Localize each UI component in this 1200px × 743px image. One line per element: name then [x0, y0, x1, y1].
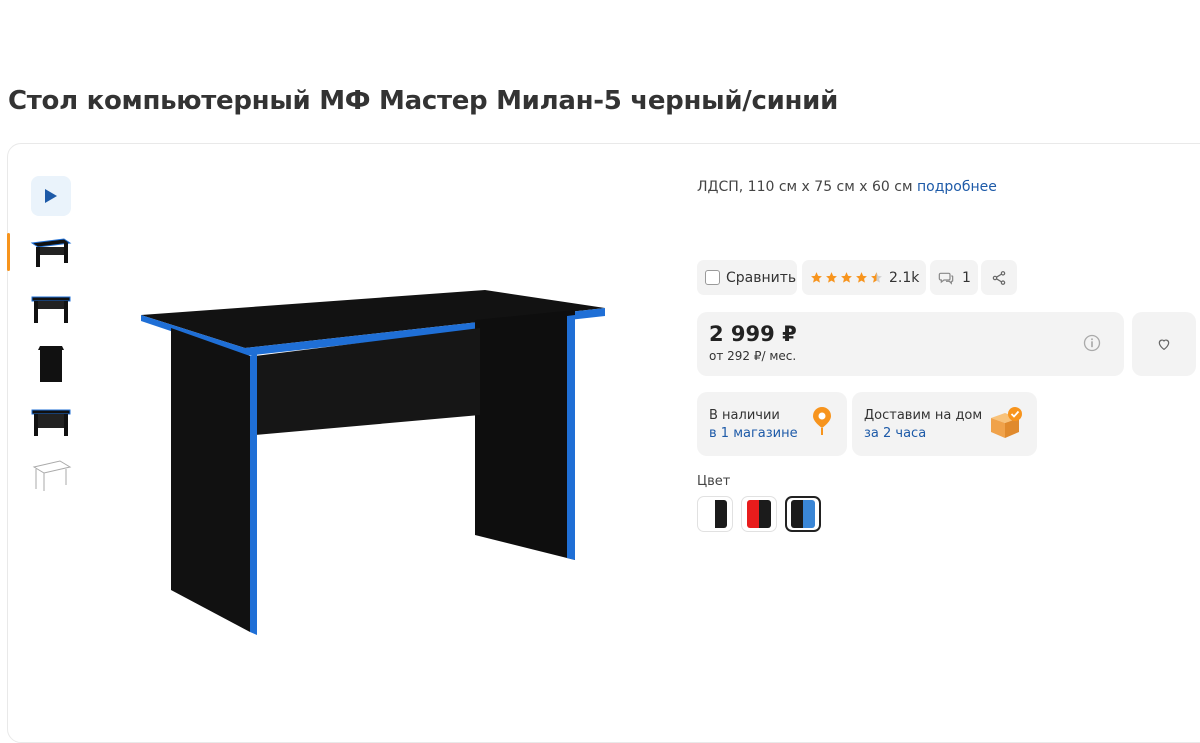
- compare-label: Сравнить: [726, 269, 797, 286]
- spec-more-link[interactable]: подробнее: [917, 179, 997, 195]
- compare-checkbox[interactable]: [705, 270, 720, 285]
- compare-button[interactable]: Сравнить: [697, 260, 797, 295]
- rating-button[interactable]: 2.1k: [802, 260, 926, 295]
- thumbnail-desk-end[interactable]: [28, 344, 74, 384]
- page-title: Стол компьютерный МФ Мастер Милан-5 черн…: [8, 86, 839, 116]
- reviews-count: 1: [962, 269, 971, 286]
- spec-text: ЛДСП, 110 см х 75 см х 60 см: [697, 179, 913, 195]
- stock-label: В наличии: [709, 408, 780, 423]
- product-main-image[interactable]: [135, 270, 615, 640]
- thumbnail-desk-side[interactable]: [28, 288, 74, 328]
- rating-stars: [810, 271, 883, 284]
- color-swatch-red-black[interactable]: [741, 496, 777, 532]
- thumbnail-desk-top[interactable]: [28, 401, 74, 441]
- stock-panel[interactable]: В наличии в 1 магазине: [697, 392, 847, 456]
- thumbnail-desk-drawing[interactable]: [28, 455, 74, 495]
- star-icon: [811, 272, 822, 283]
- delivery-panel[interactable]: Доставим на дом за 2 часа: [852, 392, 1037, 456]
- rating-count: 2.1k: [889, 269, 920, 286]
- share-icon: [992, 270, 1006, 285]
- price-panel: 2 999 ₽ от 292 ₽/ мес.: [697, 312, 1124, 376]
- star-icon: [841, 272, 852, 283]
- play-icon: [45, 189, 57, 203]
- star-icon: [856, 272, 867, 283]
- half-star-icon: [871, 272, 882, 283]
- thumbnail-desk-front[interactable]: [28, 232, 74, 272]
- share-button[interactable]: [981, 260, 1017, 295]
- stock-link[interactable]: в 1 магазине: [709, 426, 798, 441]
- installment-text: от 292 ₽/ мес.: [709, 349, 797, 363]
- video-play-button[interactable]: [31, 176, 71, 216]
- color-label: Цвет: [697, 474, 731, 489]
- price-amount: 2 999 ₽: [709, 322, 797, 346]
- color-swatch-black-blue[interactable]: [785, 496, 821, 532]
- map-pin-icon: [813, 407, 831, 435]
- color-swatch-white-black[interactable]: [697, 496, 733, 532]
- reviews-button[interactable]: 1: [930, 260, 978, 295]
- delivery-link[interactable]: за 2 часа: [864, 426, 926, 441]
- delivery-box-icon: [991, 407, 1022, 438]
- star-icon: [826, 272, 837, 283]
- info-icon[interactable]: [1082, 333, 1102, 353]
- favorite-button[interactable]: [1132, 312, 1196, 376]
- chat-icon: [938, 272, 954, 285]
- heart-icon: [1158, 339, 1170, 351]
- delivery-label: Доставим на дом: [864, 408, 983, 423]
- active-thumbnail-indicator: [7, 233, 10, 271]
- product-spec: ЛДСП, 110 см х 75 см х 60 см подробнее: [697, 179, 997, 195]
